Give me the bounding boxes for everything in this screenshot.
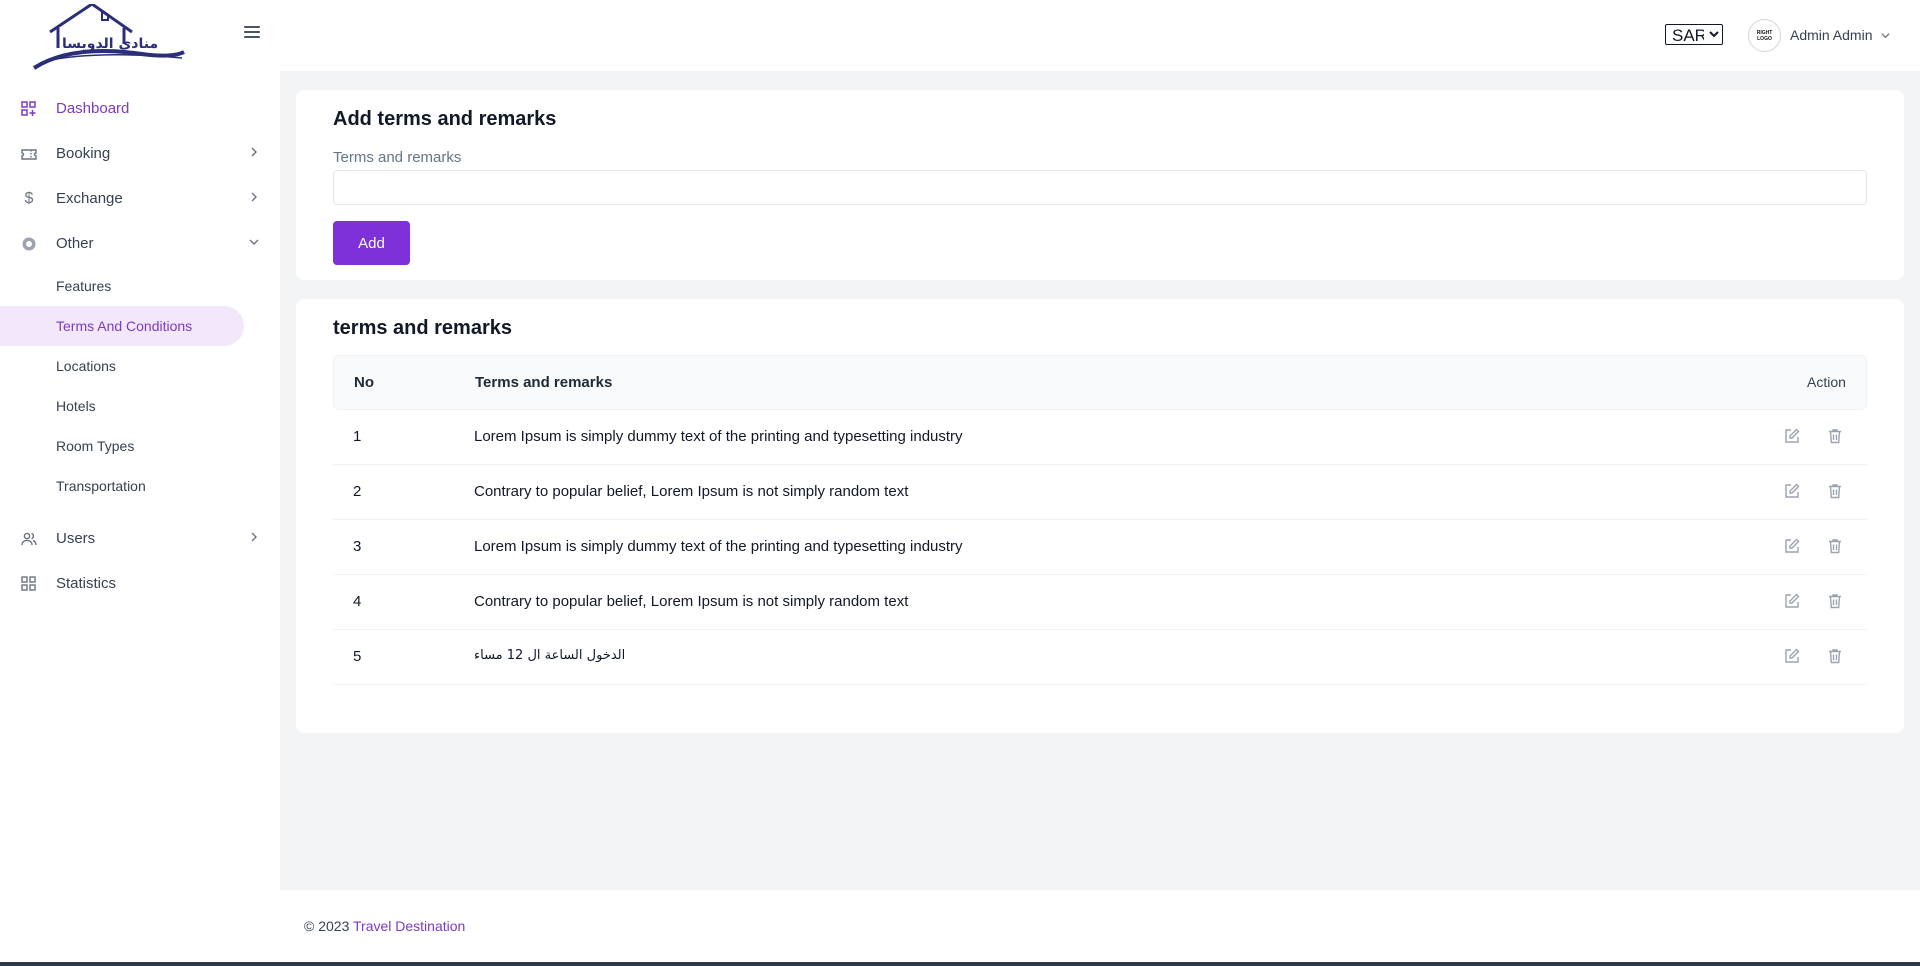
row-number: 3 bbox=[353, 538, 362, 555]
sidebar-item-dashboard[interactable]: Dashboard bbox=[0, 86, 280, 131]
footer: © 2023 Travel Destination bbox=[280, 890, 1920, 962]
trash-icon[interactable] bbox=[1826, 647, 1844, 665]
trash-icon[interactable] bbox=[1826, 482, 1844, 500]
sidebar-item-other[interactable]: Other bbox=[0, 221, 280, 266]
table-row: 4 Contrary to popular belief, Lorem Ipsu… bbox=[333, 575, 1867, 630]
currency-select[interactable]: SAR bbox=[1665, 24, 1723, 45]
row-text: Lorem Ipsum is simply dummy text of the … bbox=[474, 428, 963, 445]
add-terms-title: Add terms and remarks bbox=[333, 108, 557, 130]
footer-copyright: © 2023 Travel Destination bbox=[304, 918, 465, 934]
row-number: 2 bbox=[353, 483, 362, 500]
sidebar-subitem-locations[interactable]: Locations bbox=[0, 346, 280, 386]
grid-icon bbox=[20, 575, 38, 593]
chevron-down-icon[interactable] bbox=[1880, 30, 1891, 41]
sidebar-subitem-terms-and-conditions[interactable]: Terms And Conditions bbox=[0, 306, 244, 346]
sidebar-subitem-label: Locations bbox=[56, 358, 116, 374]
sidebar-subitem-label: Terms And Conditions bbox=[56, 318, 193, 334]
sidebar-item-label: Users bbox=[56, 530, 96, 547]
row-text: Contrary to popular belief, Lorem Ipsum … bbox=[474, 483, 909, 500]
trash-icon[interactable] bbox=[1826, 427, 1844, 445]
avatar-text: RIGHT LOGO bbox=[1756, 29, 1773, 42]
sidebar-subitem-features[interactable]: Features bbox=[0, 266, 280, 306]
terms-table: No Terms and remarks Action 1 Lorem Ipsu… bbox=[333, 355, 1867, 685]
row-number: 4 bbox=[353, 593, 362, 610]
edit-icon[interactable] bbox=[1783, 592, 1801, 610]
terms-list-card: terms and remarks No Terms and remarks A… bbox=[296, 299, 1904, 733]
user-name[interactable]: Admin Admin bbox=[1790, 27, 1872, 43]
sidebar-item-label: Statistics bbox=[56, 575, 117, 592]
add-terms-card: Add terms and remarks Terms and remarks … bbox=[296, 90, 1904, 280]
menu-toggle-icon[interactable] bbox=[244, 26, 260, 38]
avatar[interactable]: RIGHT LOGO bbox=[1748, 19, 1781, 52]
table-header: No Terms and remarks Action bbox=[333, 355, 1867, 410]
trash-icon[interactable] bbox=[1826, 592, 1844, 610]
sidebar-subitem-transportation[interactable]: Transportation bbox=[0, 466, 280, 506]
sidebar-item-users[interactable]: Users bbox=[0, 516, 280, 561]
chevron-down-icon bbox=[249, 239, 259, 245]
footer-link[interactable]: Travel Destination bbox=[353, 918, 465, 934]
trash-icon[interactable] bbox=[1826, 537, 1844, 555]
dashboard-icon bbox=[20, 100, 38, 118]
table-row: 2 Contrary to popular belief, Lorem Ipsu… bbox=[333, 465, 1867, 520]
edit-icon[interactable] bbox=[1783, 427, 1801, 445]
sidebar-item-booking[interactable]: Booking bbox=[0, 131, 280, 176]
users-icon bbox=[20, 530, 38, 548]
table-row: 3 Lorem Ipsum is simply dummy text of th… bbox=[333, 520, 1867, 575]
sidebar-subitem-label: Transportation bbox=[56, 478, 146, 494]
row-number: 1 bbox=[353, 428, 362, 445]
circle-icon bbox=[20, 235, 38, 253]
copyright-text: © 2023 bbox=[304, 918, 350, 934]
table-row: 1 Lorem Ipsum is simply dummy text of th… bbox=[333, 410, 1867, 465]
chevron-right-icon bbox=[251, 192, 257, 202]
terms-field-label: Terms and remarks bbox=[333, 149, 462, 166]
sidebar-item-statistics[interactable]: Statistics bbox=[0, 561, 280, 606]
sidebar: منادي الدويسا Dashboard Booking $ Exchan… bbox=[0, 0, 280, 962]
edit-icon[interactable] bbox=[1783, 537, 1801, 555]
sidebar-nav: Dashboard Booking $ Exchange Other Featu… bbox=[0, 86, 280, 606]
terms-input[interactable] bbox=[333, 170, 1867, 205]
sidebar-subitem-label: Hotels bbox=[56, 398, 96, 414]
top-header: SAR RIGHT LOGO Admin Admin bbox=[280, 0, 1920, 71]
dollar-icon: $ bbox=[24, 190, 34, 207]
table-row: 5 الدخول الساعة ال 12 مساء bbox=[333, 630, 1867, 685]
column-header-no: No bbox=[354, 374, 374, 391]
column-header-action: Action bbox=[1807, 374, 1846, 390]
edit-icon[interactable] bbox=[1783, 482, 1801, 500]
sidebar-subitem-label: Room Types bbox=[56, 438, 135, 454]
row-text: Contrary to popular belief, Lorem Ipsum … bbox=[474, 593, 909, 610]
sidebar-item-exchange[interactable]: $ Exchange bbox=[0, 176, 280, 221]
window-bottom-bar bbox=[0, 962, 1920, 966]
sidebar-item-label: Exchange bbox=[56, 190, 123, 207]
row-text: Lorem Ipsum is simply dummy text of the … bbox=[474, 538, 963, 555]
row-text: الدخول الساعة ال 12 مساء bbox=[474, 648, 626, 663]
sidebar-subitem-room-types[interactable]: Room Types bbox=[0, 426, 280, 466]
sidebar-item-label: Other bbox=[56, 235, 94, 252]
column-header-terms: Terms and remarks bbox=[475, 374, 613, 391]
logo-text: منادي الدويسا bbox=[62, 36, 158, 53]
chevron-right-icon bbox=[251, 147, 257, 157]
add-button[interactable]: Add bbox=[333, 221, 410, 265]
edit-icon[interactable] bbox=[1783, 647, 1801, 665]
chevron-right-icon bbox=[251, 532, 257, 542]
sidebar-item-label: Dashboard bbox=[56, 100, 130, 117]
sidebar-item-label: Booking bbox=[56, 145, 111, 162]
ticket-icon bbox=[20, 145, 38, 163]
sidebar-subitem-hotels[interactable]: Hotels bbox=[0, 386, 280, 426]
terms-list-title: terms and remarks bbox=[333, 317, 512, 339]
sidebar-subitem-label: Features bbox=[56, 278, 112, 294]
row-number: 5 bbox=[353, 648, 362, 665]
brand-logo[interactable]: منادي الدويسا bbox=[32, 4, 186, 72]
